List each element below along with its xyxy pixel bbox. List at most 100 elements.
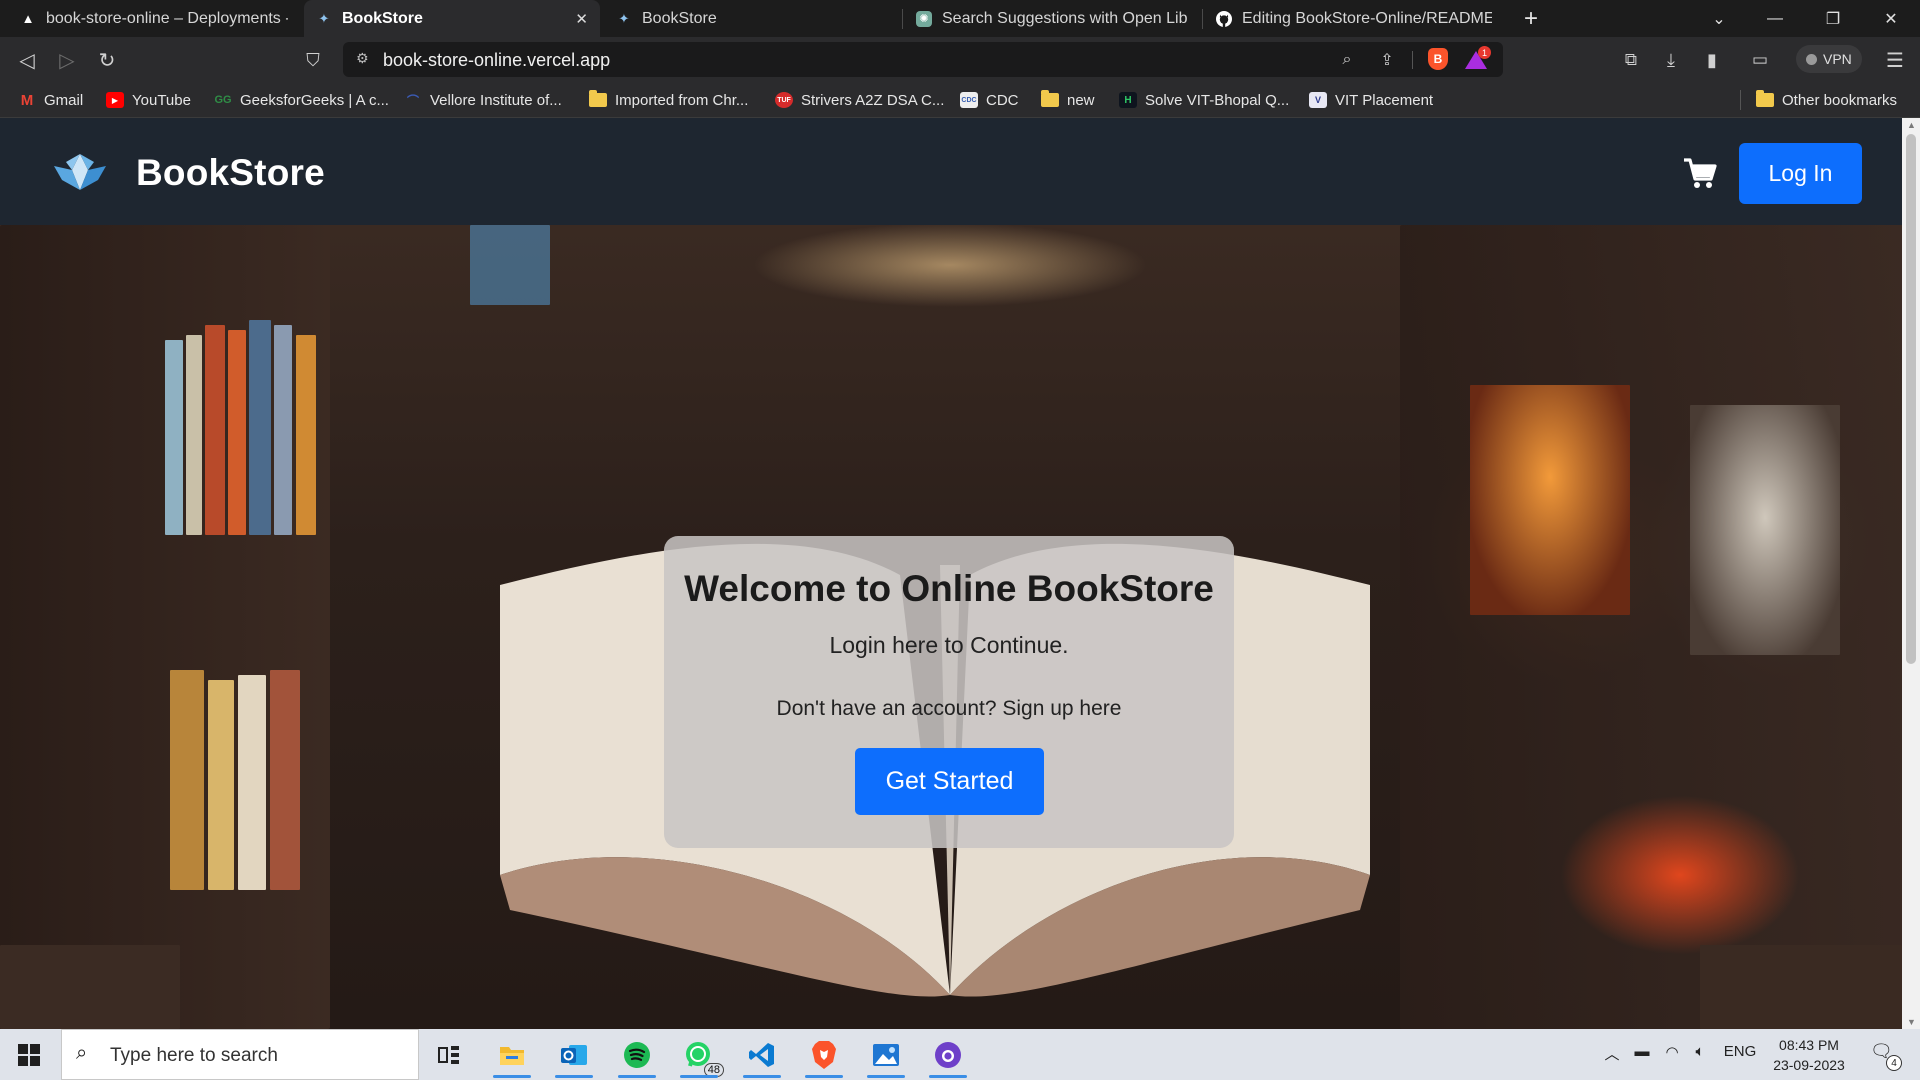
windows-start-icon[interactable] <box>18 1044 40 1066</box>
whatsapp-icon[interactable]: 48 <box>676 1033 724 1078</box>
bookmark-folder-new[interactable]: new <box>1041 90 1095 110</box>
show-hidden-icons-chevron-icon[interactable]: ︿ <box>1601 1043 1623 1064</box>
system-clock[interactable]: 08:43 PM 23-09-2023 <box>1768 1035 1850 1075</box>
site-brand-title[interactable]: BookStore <box>136 152 325 194</box>
whatsapp-unread-badge: 48 <box>703 1063 724 1077</box>
bookmark-gmail[interactable]: M Gmail <box>18 90 83 110</box>
page-scrollbar[interactable]: ▲ ▼ <box>1902 118 1920 1029</box>
forward-button[interactable]: ▷ <box>52 45 82 75</box>
downloads-button[interactable]: ⤓ <box>1656 45 1686 75</box>
rewards-count-badge: 1 <box>1478 46 1491 59</box>
wifi-icon[interactable]: ◠ <box>1660 1043 1684 1061</box>
wallet-icon: ▭ <box>1751 50 1769 69</box>
menu-button[interactable]: ☰ <box>1880 45 1910 75</box>
bookmark-vit[interactable]: ⌒ Vellore Institute of... <box>404 90 562 110</box>
site-settings-icon[interactable]: ⚙ <box>356 50 369 67</box>
bookmark-label: Strivers A2Z DSA C... <box>801 91 945 109</box>
github-icon <box>1216 10 1232 27</box>
bookmark-strivers[interactable]: TUF Strivers A2Z DSA C... <box>775 90 944 110</box>
restore-button[interactable]: ❐ <box>1806 0 1860 37</box>
tab-deployments[interactable]: ▲ book-store-online – Deployments - Ve <box>8 0 300 37</box>
tab-search-dropdown[interactable]: ⌄ <box>1692 0 1746 37</box>
folder-icon <box>589 90 607 108</box>
bookmark-youtube[interactable]: ▶ YouTube <box>106 90 191 110</box>
new-tab-button[interactable]: + <box>1512 0 1546 37</box>
tab-github-readme[interactable]: Editing BookStore-Online/README.m <box>1204 0 1504 37</box>
browser-tab-strip: ▲ book-store-online – Deployments - Ve ✦… <box>0 0 1920 37</box>
zoom-icon[interactable]: ⌕ <box>1335 49 1359 71</box>
sidebar-button[interactable]: ▮ <box>1697 45 1727 75</box>
bookmark-label: new <box>1067 91 1095 109</box>
bookmark-label: Other bookmarks <box>1782 91 1898 109</box>
login-button[interactable]: Log In <box>1739 143 1862 204</box>
address-bar[interactable]: ⚙ book-store-online.vercel.app ⌕ ⇪ B 1 <box>343 42 1503 77</box>
bookmark-label: CDC <box>986 91 1019 109</box>
vpn-status-icon <box>1806 53 1817 65</box>
book-spine <box>205 325 225 535</box>
folder-icon <box>1041 90 1059 108</box>
search-icon: ⌕ <box>76 1042 88 1064</box>
language-indicator[interactable]: ENG <box>1722 1043 1758 1060</box>
spotify-icon[interactable] <box>614 1033 660 1078</box>
close-window-button[interactable]: ✕ <box>1864 0 1918 37</box>
page-viewport: BookStore Log In Welcome to Online BookS… <box>0 118 1902 1029</box>
tab-search-suggestions[interactable]: ✺ Search Suggestions with Open Library <box>904 0 1200 37</box>
bookmark-label: Gmail <box>44 91 84 109</box>
tab-divider <box>902 9 903 29</box>
battery-icon[interactable]: ▬ <box>1630 1043 1654 1060</box>
welcome-card: Welcome to Online BookStore Login here t… <box>664 536 1234 848</box>
reload-button[interactable]: ↻ <box>92 45 122 75</box>
bookmark-folder-imported[interactable]: Imported from Chr... <box>589 90 748 110</box>
notification-center-icon[interactable]: 🗨︎ 4 <box>1870 1041 1902 1071</box>
cart-icon[interactable] <box>1682 156 1718 190</box>
github-desktop-icon[interactable] <box>925 1033 971 1078</box>
vpn-button[interactable]: VPN <box>1796 45 1862 73</box>
notification-count-badge: 4 <box>1886 1055 1902 1071</box>
brave-icon[interactable] <box>801 1033 847 1078</box>
login-prompt-text[interactable]: Login here to Continue. <box>664 632 1234 659</box>
volume-icon[interactable]: 🔈︎ <box>1688 1043 1712 1060</box>
scroll-down-arrow-icon[interactable]: ▼ <box>1907 1017 1916 1027</box>
bookmark-cdc[interactable]: CDC CDC <box>960 90 1019 110</box>
extensions-button[interactable]: ⧉ <box>1616 45 1646 75</box>
taskbar-search-input[interactable]: ⌕ Type here to search <box>61 1029 419 1080</box>
brave-shields-icon[interactable]: B <box>1428 48 1448 70</box>
vscode-icon[interactable] <box>739 1033 785 1078</box>
share-icon[interactable]: ⇪ <box>1375 49 1399 71</box>
tab-bookstore-active[interactable]: ✦ BookStore ✕ <box>304 0 600 37</box>
photos-icon[interactable] <box>863 1033 909 1078</box>
bookmark-label: GeeksforGeeks | A c... <box>240 91 389 109</box>
hero-background: Welcome to Online BookStore Login here t… <box>0 225 1902 1029</box>
tab-bookstore[interactable]: ✦ BookStore <box>604 0 896 37</box>
red-ornament <box>1560 795 1800 955</box>
wallet-button[interactable]: ▭ <box>1745 45 1775 75</box>
bookmark-hackerrank[interactable]: H Solve VIT-Bhopal Q... <box>1119 90 1289 110</box>
bookmarks-bar: M Gmail ▶ YouTube GG GeeksforGeeks | A c… <box>0 82 1920 118</box>
signup-link[interactable]: Don't have an account? Sign up here <box>664 697 1234 721</box>
bookmark-icon: ⛉ <box>306 49 320 70</box>
book-spine <box>296 335 316 535</box>
bookmark-other-folder[interactable]: Other bookmarks <box>1756 90 1897 110</box>
youtube-icon: ▶ <box>106 92 124 108</box>
book-cover <box>1690 405 1840 655</box>
book-spine <box>170 670 204 890</box>
outlook-icon[interactable] <box>551 1033 597 1078</box>
scrollbar-thumb[interactable] <box>1906 134 1916 664</box>
bookmark-page-button[interactable]: ⛉ <box>298 45 328 75</box>
address-url[interactable]: book-store-online.vercel.app <box>383 50 610 71</box>
minimize-button[interactable]: — <box>1748 0 1802 37</box>
reload-icon: ↻ <box>98 49 116 72</box>
bookstore-logo-icon[interactable] <box>52 152 108 192</box>
bookmark-geeksforgeeks[interactable]: GG GeeksforGeeks | A c... <box>214 90 389 110</box>
get-started-button[interactable]: Get Started <box>855 748 1044 815</box>
back-button[interactable]: ◁ <box>12 45 42 75</box>
close-tab-icon[interactable]: ✕ <box>575 10 588 28</box>
brave-rewards-icon[interactable]: 1 <box>1465 46 1491 70</box>
tab-divider <box>1202 9 1203 29</box>
book-stack <box>1700 945 1902 1029</box>
scroll-up-arrow-icon[interactable]: ▲ <box>1907 120 1916 130</box>
task-view-icon[interactable] <box>426 1033 472 1077</box>
bookmark-vit-placement[interactable]: V VIT Placement <box>1309 90 1433 110</box>
back-arrow-icon: ◁ <box>19 49 35 72</box>
file-explorer-icon[interactable] <box>489 1033 535 1078</box>
